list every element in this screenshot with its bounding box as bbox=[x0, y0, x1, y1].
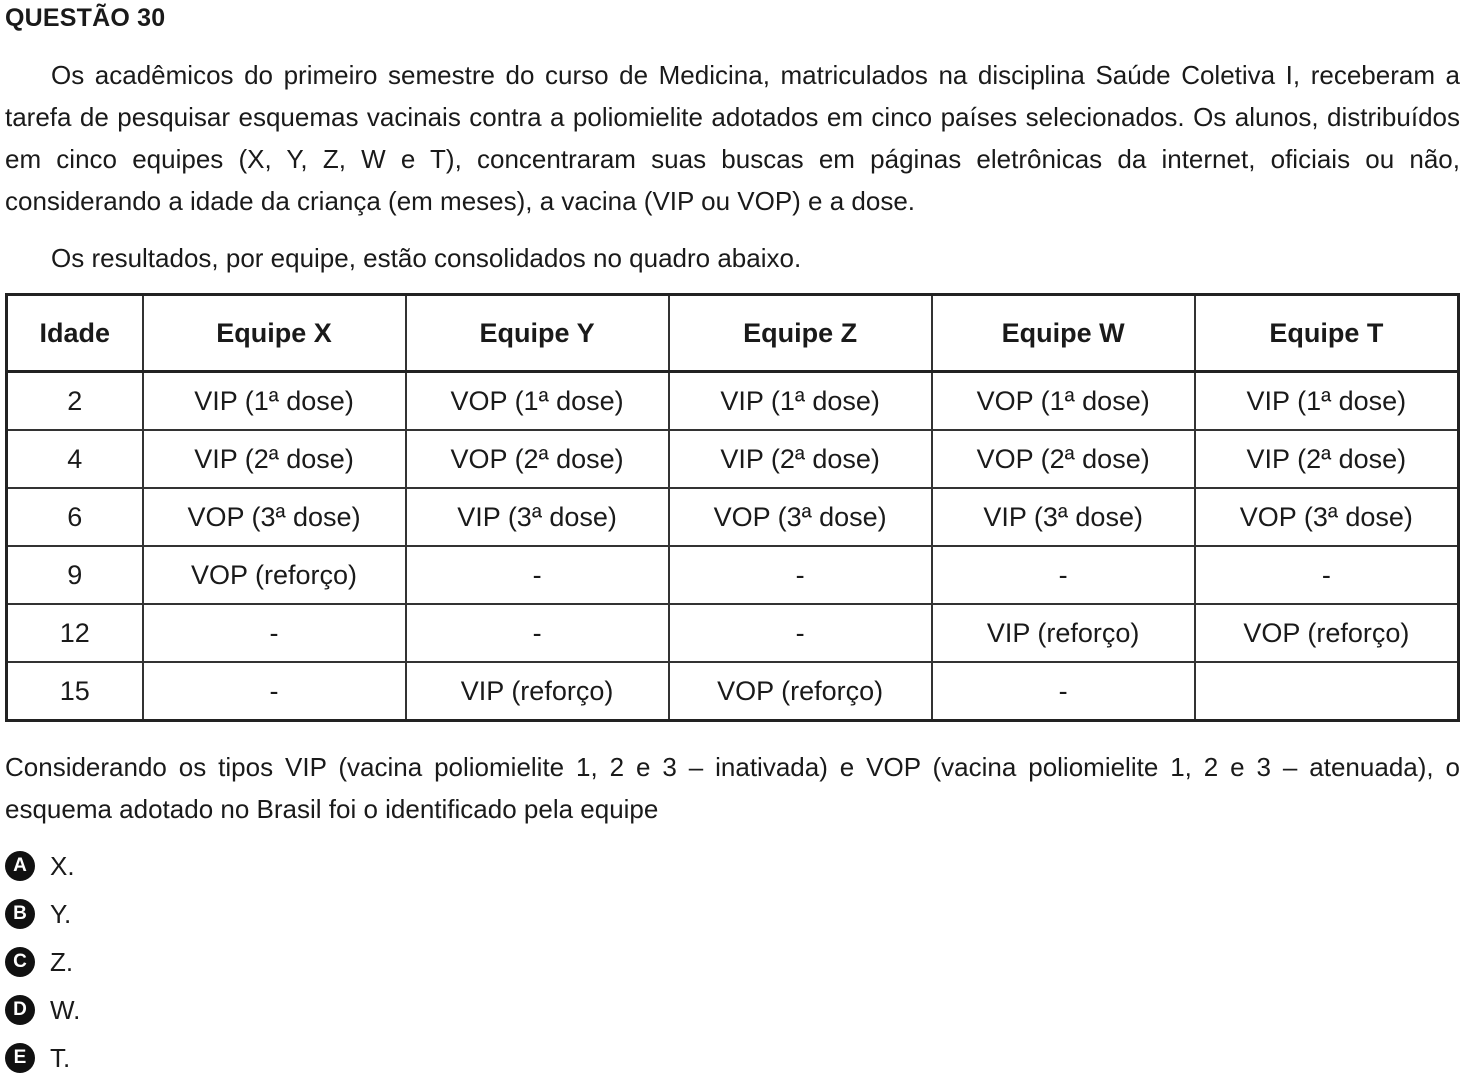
cell-equipe-w: VIP (3ª dose) bbox=[930, 487, 1196, 547]
header-equipe-y: Equipe Y bbox=[404, 293, 670, 373]
cell-equipe-x: - bbox=[141, 603, 407, 663]
cell-equipe-x: VIP (2ª dose) bbox=[141, 429, 407, 489]
cell-idade: 6 bbox=[5, 487, 144, 547]
cell-idade: 15 bbox=[5, 661, 144, 722]
option-b-badge-icon: B bbox=[5, 899, 35, 929]
cell-equipe-y: - bbox=[404, 545, 670, 605]
cell-equipe-x: VIP (1ª dose) bbox=[141, 370, 407, 431]
cell-equipe-w: VOP (2ª dose) bbox=[930, 429, 1196, 489]
table-row: 4 VIP (2ª dose) VOP (2ª dose) VIP (2ª do… bbox=[5, 429, 1460, 489]
answer-options: A X. B Y. C Z. D W. E T. bbox=[5, 842, 1460, 1082]
option-e-text: T. bbox=[50, 1042, 71, 1073]
cell-equipe-t bbox=[1193, 661, 1460, 722]
vaccination-table: Idade Equipe X Equipe Y Equipe Z Equipe … bbox=[5, 293, 1460, 722]
option-c-badge-icon: C bbox=[5, 947, 35, 977]
option-b-text: Y. bbox=[50, 898, 72, 929]
cell-equipe-t: VOP (reforço) bbox=[1193, 603, 1460, 663]
header-equipe-t: Equipe T bbox=[1193, 293, 1460, 373]
table-header-row: Idade Equipe X Equipe Y Equipe Z Equipe … bbox=[5, 293, 1460, 373]
cell-equipe-t: VIP (1ª dose) bbox=[1193, 370, 1460, 431]
cell-equipe-y: - bbox=[404, 603, 670, 663]
cell-equipe-y: VIP (3ª dose) bbox=[404, 487, 670, 547]
cell-equipe-z: VIP (1ª dose) bbox=[667, 370, 933, 431]
cell-equipe-w: VIP (reforço) bbox=[930, 603, 1196, 663]
table-row: 15 - VIP (reforço) VOP (reforço) - bbox=[5, 661, 1460, 722]
question-title: QUESTÃO 30 bbox=[5, 4, 166, 32]
option-d-badge-icon: D bbox=[5, 995, 35, 1025]
cell-equipe-x: - bbox=[141, 661, 407, 722]
cell-equipe-t: VIP (2ª dose) bbox=[1193, 429, 1460, 489]
cell-equipe-y: VOP (2ª dose) bbox=[404, 429, 670, 489]
option-a-text: X. bbox=[50, 850, 75, 881]
header-idade: Idade bbox=[5, 293, 144, 373]
cell-equipe-w: VOP (1ª dose) bbox=[930, 370, 1196, 431]
header-equipe-z: Equipe Z bbox=[667, 293, 933, 373]
table-row: 2 VIP (1ª dose) VOP (1ª dose) VIP (1ª do… bbox=[5, 370, 1460, 431]
cell-equipe-t: VOP (3ª dose) bbox=[1193, 487, 1460, 547]
cell-equipe-w: - bbox=[930, 545, 1196, 605]
cell-idade: 4 bbox=[5, 429, 144, 489]
cell-equipe-z: VIP (2ª dose) bbox=[667, 429, 933, 489]
header-equipe-x: Equipe X bbox=[141, 293, 407, 373]
question-prompt: Considerando os tipos VIP (vacina poliom… bbox=[5, 752, 1460, 824]
table-row: 6 VOP (3ª dose) VIP (3ª dose) VOP (3ª do… bbox=[5, 487, 1460, 547]
cell-idade: 2 bbox=[5, 370, 144, 431]
cell-equipe-z: - bbox=[667, 603, 933, 663]
option-c[interactable]: C Z. bbox=[5, 938, 1460, 986]
table-row: 9 VOP (reforço) - - - - bbox=[5, 545, 1460, 605]
option-e-badge-icon: E bbox=[5, 1043, 35, 1073]
cell-equipe-z: - bbox=[667, 545, 933, 605]
cell-idade: 9 bbox=[5, 545, 144, 605]
table-row: 12 - - - VIP (reforço) VOP (reforço) bbox=[5, 603, 1460, 663]
cell-equipe-z: VOP (reforço) bbox=[667, 661, 933, 722]
cell-equipe-y: VOP (1ª dose) bbox=[404, 370, 670, 431]
option-d-text: W. bbox=[50, 994, 81, 1025]
table-intro: Os resultados, por equipe, estão consoli… bbox=[51, 243, 802, 273]
option-a-badge-icon: A bbox=[5, 851, 35, 881]
cell-equipe-z: VOP (3ª dose) bbox=[667, 487, 933, 547]
cell-equipe-w: - bbox=[930, 661, 1196, 722]
question-intro: Os acadêmicos do primeiro semestre do cu… bbox=[5, 60, 1460, 216]
option-c-text: Z. bbox=[50, 946, 74, 977]
option-b[interactable]: B Y. bbox=[5, 890, 1460, 938]
cell-equipe-x: VOP (3ª dose) bbox=[141, 487, 407, 547]
option-d[interactable]: D W. bbox=[5, 986, 1460, 1034]
cell-equipe-y: VIP (reforço) bbox=[404, 661, 670, 722]
cell-idade: 12 bbox=[5, 603, 144, 663]
header-equipe-w: Equipe W bbox=[930, 293, 1196, 373]
cell-equipe-x: VOP (reforço) bbox=[141, 545, 407, 605]
cell-equipe-t: - bbox=[1193, 545, 1460, 605]
question-page: QUESTÃO 30 Os acadêmicos do primeiro sem… bbox=[5, 0, 1460, 1082]
option-a[interactable]: A X. bbox=[5, 842, 1460, 890]
option-e[interactable]: E T. bbox=[5, 1034, 1460, 1082]
